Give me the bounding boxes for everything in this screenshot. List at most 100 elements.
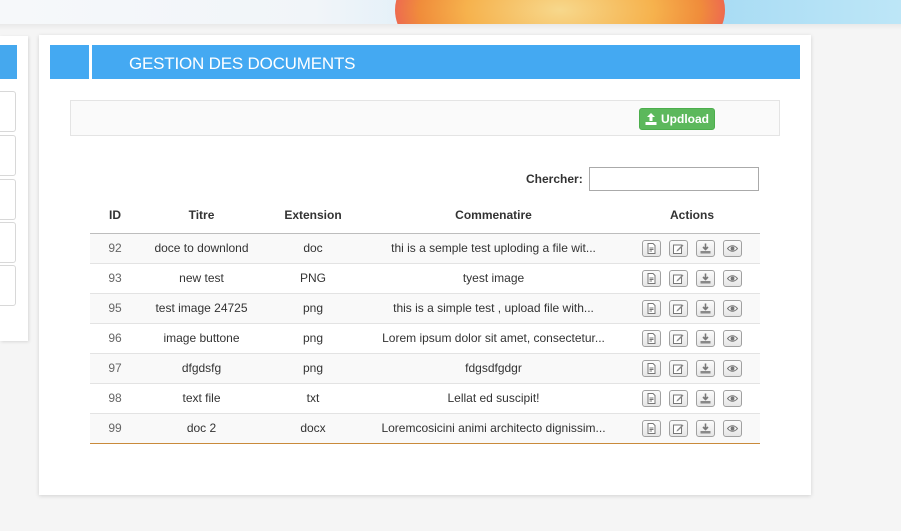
cell-commentaire: Lorem ipsum dolor sit amet, consectetur.…	[363, 322, 624, 353]
edit-icon	[673, 244, 684, 254]
cell-actions	[624, 412, 760, 444]
sidebar-header	[0, 45, 17, 79]
table-row: 95 test image 24725 png this is a simple te…	[90, 292, 760, 323]
edit-icon	[673, 274, 684, 284]
details-icon	[647, 272, 656, 284]
sidebar-item[interactable]	[0, 265, 16, 306]
cell-extension: txt	[263, 382, 363, 413]
download-icon	[700, 363, 711, 373]
search-box: Chercher:	[526, 167, 759, 191]
upload-icon	[645, 113, 657, 125]
view-icon	[727, 244, 738, 252]
cell-titre: dfgdsfg	[140, 352, 263, 383]
top-banner	[0, 0, 901, 24]
column-header-titre[interactable]: Titre	[140, 198, 263, 234]
row-actions	[624, 269, 760, 287]
download-button[interactable]	[696, 299, 715, 317]
download-button[interactable]	[696, 269, 715, 287]
details-button[interactable]	[642, 299, 661, 317]
row-actions	[624, 329, 760, 347]
sidebar-item[interactable]	[0, 222, 16, 263]
download-button[interactable]	[696, 389, 715, 407]
details-button[interactable]	[642, 239, 661, 257]
details-button[interactable]	[642, 359, 661, 377]
top-shadow	[0, 24, 901, 30]
row-actions	[624, 419, 760, 437]
row-actions	[624, 239, 760, 257]
download-button[interactable]	[696, 239, 715, 257]
cell-titre: test image 24725	[140, 292, 263, 323]
download-button[interactable]	[696, 329, 715, 347]
table-row: 93 new test PNG tyest image	[90, 262, 760, 293]
cell-extension: png	[263, 352, 363, 383]
edit-icon	[673, 304, 684, 314]
cell-commentaire: thi is a semple test uploding a file wit…	[363, 232, 624, 263]
view-button[interactable]	[723, 419, 742, 437]
table-row: 97 dfgdsfg png fdgsdfgdgr	[90, 352, 760, 383]
cell-extension: docx	[263, 412, 363, 444]
sidebar-item[interactable]	[0, 179, 16, 220]
details-icon	[647, 302, 656, 314]
view-button[interactable]	[723, 329, 742, 347]
details-icon	[647, 422, 656, 434]
upload-button[interactable]: Updload	[639, 108, 715, 130]
edit-icon	[673, 334, 684, 344]
edit-button[interactable]	[669, 329, 688, 347]
edit-icon	[673, 394, 684, 404]
view-button[interactable]	[723, 299, 742, 317]
edit-button[interactable]	[669, 389, 688, 407]
details-button[interactable]	[642, 329, 661, 347]
view-icon	[727, 304, 738, 312]
column-header-commentaire[interactable]: Commenatire	[363, 198, 624, 234]
cell-actions	[624, 292, 760, 323]
table-header-row: ID Titre Extension Commenatire Actions	[90, 198, 760, 234]
cell-titre: image buttone	[140, 322, 263, 353]
details-button[interactable]	[642, 389, 661, 407]
view-button[interactable]	[723, 389, 742, 407]
cell-titre: doc 2	[140, 412, 263, 444]
page-title: GESTION DES DOCUMENTS	[129, 54, 356, 73]
cell-actions	[624, 322, 760, 353]
cell-actions	[624, 352, 760, 383]
download-button[interactable]	[696, 359, 715, 377]
cell-titre: new test	[140, 262, 263, 293]
cell-commentaire: Lellat ed suscipit!	[363, 382, 624, 413]
search-label: Chercher:	[526, 172, 583, 186]
details-icon	[647, 362, 656, 374]
view-button[interactable]	[723, 359, 742, 377]
view-icon	[727, 274, 738, 282]
cell-id: 95	[90, 292, 140, 323]
view-button[interactable]	[723, 239, 742, 257]
download-icon	[700, 303, 711, 313]
cell-actions	[624, 262, 760, 293]
sidebar-item[interactable]	[0, 91, 16, 132]
cell-id: 98	[90, 382, 140, 413]
cell-id: 99	[90, 412, 140, 444]
search-input[interactable]	[588, 167, 759, 191]
edit-button[interactable]	[669, 299, 688, 317]
column-header-extension[interactable]: Extension	[263, 198, 363, 234]
download-icon	[700, 333, 711, 343]
cell-titre: text file	[140, 382, 263, 413]
sidebar-item[interactable]	[0, 135, 16, 176]
documents-panel: GESTION DES DOCUMENTS Updload Chercher: …	[39, 35, 811, 495]
details-icon	[647, 332, 656, 344]
column-header-id[interactable]: ID	[90, 198, 140, 234]
edit-button[interactable]	[669, 359, 688, 377]
download-button[interactable]	[696, 419, 715, 437]
edit-button[interactable]	[669, 269, 688, 287]
view-icon	[727, 364, 738, 372]
details-button[interactable]	[642, 269, 661, 287]
cell-id: 93	[90, 262, 140, 293]
cell-extension: png	[263, 292, 363, 323]
upload-bar: Updload	[70, 100, 780, 136]
view-button[interactable]	[723, 269, 742, 287]
row-actions	[624, 389, 760, 407]
edit-button[interactable]	[669, 239, 688, 257]
cell-actions	[624, 382, 760, 413]
table-row: 92 doce to downlond doc thi is a semple tes…	[90, 232, 760, 263]
download-icon	[700, 423, 711, 433]
edit-button[interactable]	[669, 419, 688, 437]
details-button[interactable]	[642, 419, 661, 437]
cell-commentaire: Loremcosicini animi architecto dignissim…	[363, 412, 624, 444]
